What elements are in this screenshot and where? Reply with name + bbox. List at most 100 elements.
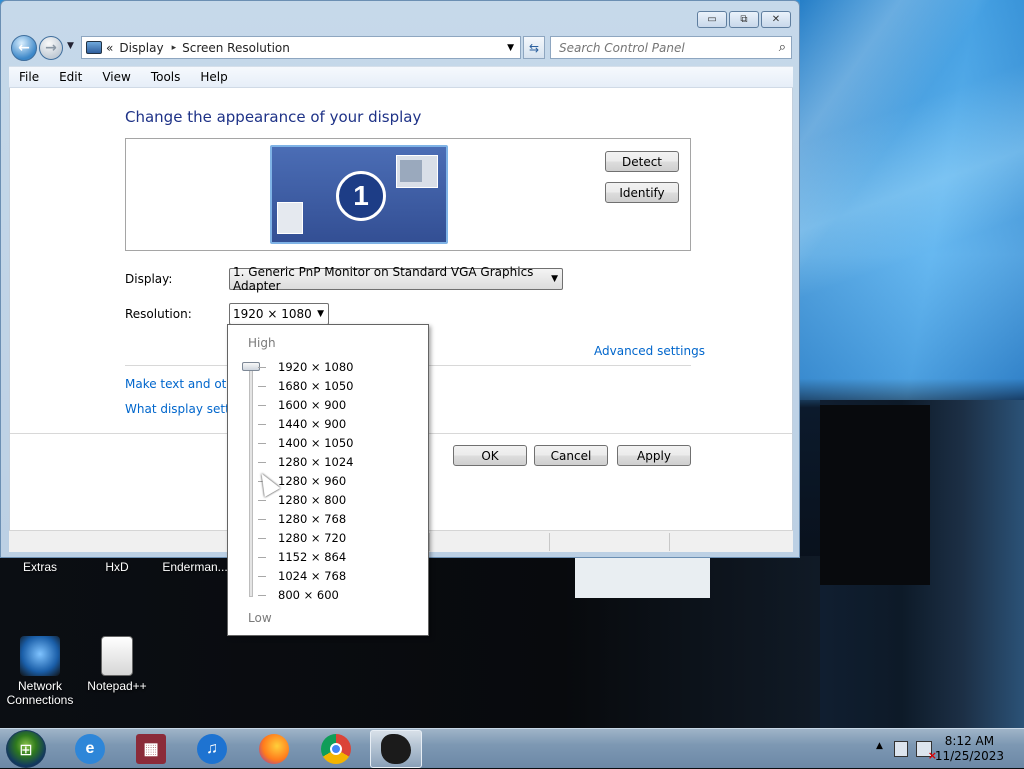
window-controls: ▭ ⧉ ✕ [697,11,791,28]
cancel-button[interactable]: Cancel [534,445,608,466]
internet-explorer-icon: e [75,734,105,764]
slider-tick [258,405,266,406]
slider-tick [258,500,266,501]
resolution-select-value: 1920 × 1080 [233,307,312,321]
network-tray-icon[interactable] [894,741,908,757]
ok-button[interactable]: OK [453,445,527,466]
control-panel-icon [86,41,102,54]
menu-edit[interactable]: Edit [49,70,92,84]
resolution-option[interactable]: 1280 × 800 [278,493,346,507]
low-label: Low [248,611,272,625]
restore-icon: ⧉ [740,14,748,25]
refresh-icon: ⇆ [528,40,540,55]
close-button[interactable]: ✕ [761,11,791,28]
monitor-number-badge: 1 [336,171,386,221]
start-button[interactable]: ⊞ [6,730,46,768]
slider-tick [258,424,266,425]
slider-tick [258,557,266,558]
taskbar-itunes[interactable]: ♫ [186,730,238,768]
taskbar-chrome[interactable] [310,730,362,768]
forward-button[interactable]: → [39,36,63,60]
address-bar[interactable]: « Display ▸ Screen Resolution ▼ [81,36,521,59]
chevron-down-icon: ▼ [551,274,558,284]
desktop-icon-notepadpp[interactable]: Notepad++ [77,636,157,693]
slider-tick [258,595,266,596]
chrome-icon [321,734,351,764]
wallpaper-glow [575,556,710,598]
refresh-button[interactable]: ⇆ [523,36,545,59]
resolution-option[interactable]: 800 × 600 [278,588,339,602]
resolution-option[interactable]: 1400 × 1050 [278,436,353,450]
desktop-icon-label: Network Connections [6,679,74,707]
clock-time: 8:12 AM [944,734,995,748]
minimize-button[interactable]: ▭ [697,11,727,28]
breadcrumb-screen-resolution[interactable]: Screen Resolution [182,41,290,55]
status-divider [429,533,430,551]
resolution-slider-track[interactable] [249,365,253,597]
page-title: Change the appearance of your display [125,108,422,126]
display-select-value: 1. Generic PnP Monitor on Standard VGA G… [233,265,534,293]
breadcrumb-separator-icon[interactable]: ▸ [172,43,177,53]
resolution-option[interactable]: 1280 × 1024 [278,455,353,469]
menu-view[interactable]: View [92,70,140,84]
taskbar: ⊞ e ▦ ♫ ▲ 8:12 AM 11/25/2023 [0,728,1024,768]
slider-tick [258,519,266,520]
apply-button[interactable]: Apply [617,445,691,466]
high-label: High [248,336,276,350]
resolution-option[interactable]: 1280 × 768 [278,512,346,526]
windows-logo-icon: ⊞ [19,739,33,759]
monitor-document-thumbnail-icon [277,202,303,234]
desktop-icon-label: Enderman... [162,560,228,574]
slider-tick [258,386,266,387]
resolution-option[interactable]: 1152 × 864 [278,550,346,564]
identify-button[interactable]: Identify [605,182,679,203]
resolution-option[interactable]: 1680 × 1050 [278,379,353,393]
paint-icon [381,734,411,764]
back-arrow-icon: ← [18,40,30,56]
menu-file[interactable]: File [9,70,49,84]
monitor-1-preview[interactable]: 1 [270,145,448,244]
resolution-option[interactable]: 1024 × 768 [278,569,346,583]
show-hidden-icons-chevron-icon[interactable]: ▲ [876,741,883,751]
resolution-select[interactable]: 1920 × 1080 ▼ [229,303,329,325]
recent-pages-chevron-icon[interactable]: ▼ [67,41,74,51]
taskbar-internet-explorer[interactable]: e [64,730,116,768]
volume-muted-icon[interactable] [916,741,937,762]
menu-help[interactable]: Help [190,70,237,84]
desktop-icon-label: HxD [105,560,129,574]
menu-tools[interactable]: Tools [141,70,191,84]
resolution-option[interactable]: 1280 × 720 [278,531,346,545]
firefox-icon [259,734,289,764]
desktop-icon-extras[interactable]: Extras [0,560,80,574]
breadcrumb-overflow[interactable]: « [106,41,113,55]
itunes-icon: ♫ [197,734,227,764]
display-select[interactable]: 1. Generic PnP Monitor on Standard VGA G… [229,265,563,293]
taskbar-control-panel-active[interactable] [370,730,422,768]
taskbar-winrar[interactable]: ▦ [125,730,177,768]
desktop-icon-network-connections[interactable]: Network Connections [0,636,80,707]
detect-button[interactable]: Detect [605,151,679,172]
resolution-option[interactable]: 1920 × 1080 [278,360,353,374]
search-box[interactable]: ⌕ [550,36,792,59]
desktop-icon-hxd[interactable]: HxD [77,560,157,574]
breadcrumb-display[interactable]: Display [119,41,163,55]
status-divider [669,533,670,551]
status-divider [549,533,550,551]
address-dropdown-chevron-icon[interactable]: ▼ [507,43,514,53]
minimize-icon: ▭ [707,14,717,25]
desktop-icon-enderman[interactable]: Enderman... [155,560,235,574]
resolution-option[interactable]: 1600 × 900 [278,398,346,412]
resolution-option[interactable]: 1280 × 960 [278,474,346,488]
close-icon: ✕ [771,14,781,25]
restore-button[interactable]: ⧉ [729,11,759,28]
resolution-option[interactable]: 1440 × 900 [278,417,346,431]
search-icon[interactable]: ⌕ [779,40,786,55]
menu-bar: File Edit View Tools Help [9,66,793,88]
clock[interactable]: 8:12 AM 11/25/2023 [935,734,1004,764]
advanced-settings-link[interactable]: Advanced settings [594,344,705,358]
back-button[interactable]: ← [11,35,37,61]
wallpaper-rays [800,0,1024,400]
taskbar-firefox[interactable] [248,730,300,768]
search-input[interactable] [557,39,757,56]
chevron-down-icon: ▼ [317,309,324,319]
